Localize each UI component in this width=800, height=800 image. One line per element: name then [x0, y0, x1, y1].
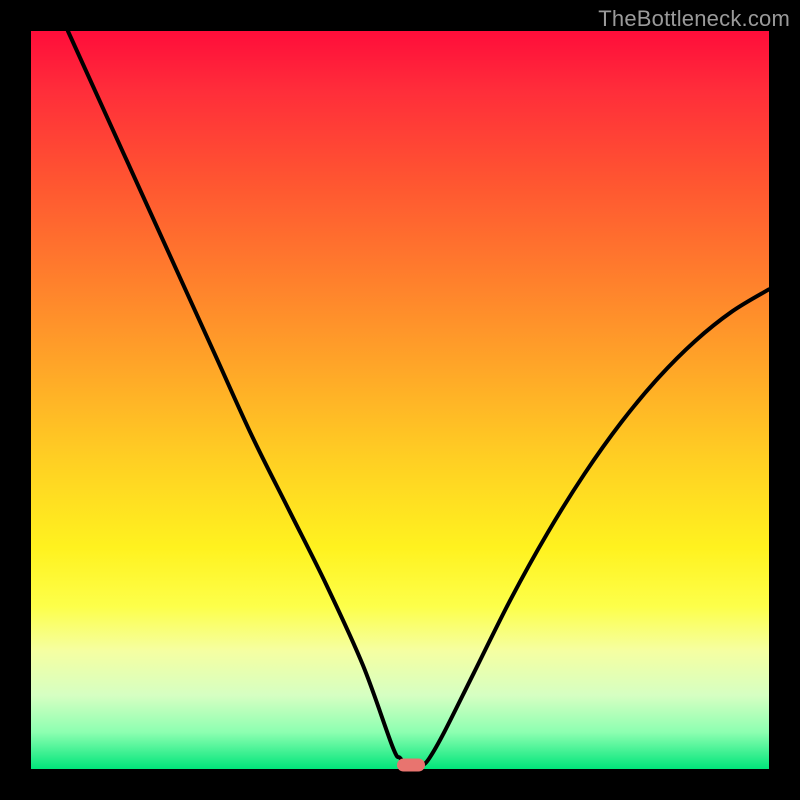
bottleneck-curve	[31, 31, 769, 769]
optimal-point-marker	[397, 759, 425, 772]
chart-frame: TheBottleneck.com	[0, 0, 800, 800]
watermark-text: TheBottleneck.com	[598, 6, 790, 32]
plot-area	[31, 31, 769, 769]
